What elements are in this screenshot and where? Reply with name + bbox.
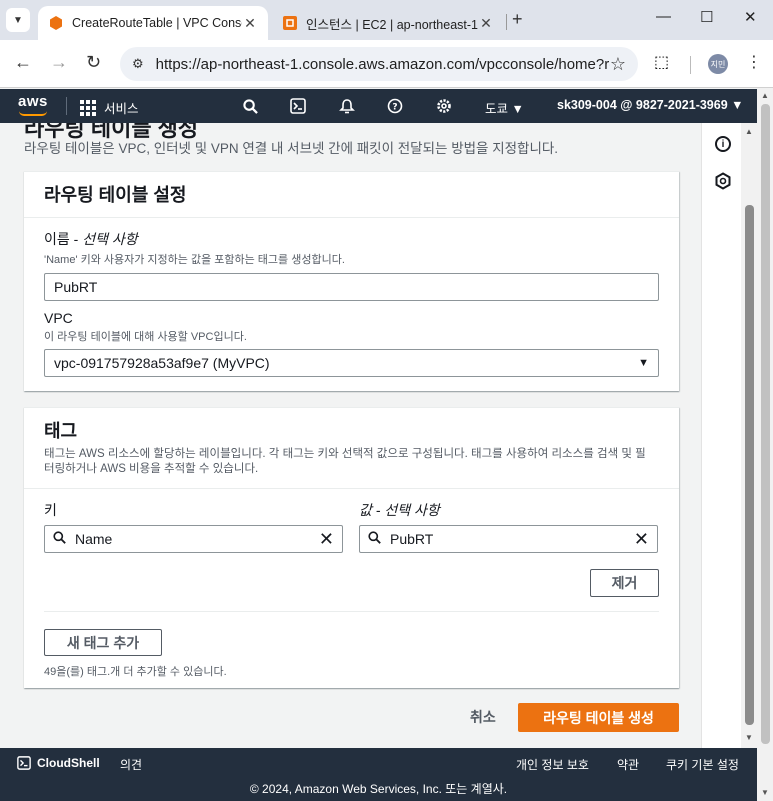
route-table-settings-card: 라우팅 테이블 설정 이름 - 선택 사항 'Name' 키와 사용자가 지정하… xyxy=(24,171,679,391)
content-scrollbar[interactable]: ▲ ▼ xyxy=(741,123,757,748)
feedback-hex-icon[interactable] xyxy=(714,172,732,195)
feedback-link[interactable]: 의견 xyxy=(120,756,142,773)
region-selector[interactable]: 도쿄 ▼ xyxy=(485,98,524,117)
tag-key-value: Name xyxy=(75,531,113,547)
tab-divider xyxy=(506,14,507,30)
search-icon xyxy=(368,531,381,547)
header-divider xyxy=(66,97,67,115)
services-menu-button[interactable]: 서비스 xyxy=(80,98,139,117)
card-header: 라우팅 테이블 설정 xyxy=(24,172,679,218)
page-description: 라우팅 테이블은 VPC, 인터넷 및 VPN 연결 내 서브넷 간에 패킷이 … xyxy=(24,141,559,156)
add-tag-button[interactable]: 새 태그 추가 xyxy=(44,629,162,656)
tag-value-input[interactable]: PubRT ✕ xyxy=(359,525,658,553)
browser-tab-bar: ▼ CreateRouteTable | VPC Console ✕ 인스턴스 … xyxy=(0,0,773,40)
card-title: 라우팅 테이블 설정 xyxy=(44,185,187,205)
card-header: 태그 태그는 AWS 리소스에 할당하는 레이블입니다. 각 태그는 키와 선택… xyxy=(24,408,679,489)
tab-title: CreateRouteTable | VPC Console xyxy=(72,16,242,30)
tab-ec2-instances[interactable]: 인스턴스 | EC2 | ap-northeast-1 ✕ xyxy=(272,6,504,40)
tab-title: 인스턴스 | EC2 | ap-northeast-1 xyxy=(306,17,478,32)
caret-down-icon: ▼ xyxy=(638,357,649,369)
cloudshell-icon xyxy=(17,756,31,770)
tag-key-label: 키 xyxy=(44,502,57,518)
cookie-preferences-link[interactable]: 쿠키 기본 설정 xyxy=(666,756,739,773)
bookmark-star-icon[interactable]: ☆ xyxy=(610,54,626,75)
browser-menu-icon[interactable]: ⋮ xyxy=(746,52,762,72)
close-icon[interactable]: ✕ xyxy=(478,15,494,32)
site-settings-icon[interactable]: ⚙ xyxy=(132,56,144,72)
aws-console-header: aws 서비스 ? 도쿄 ▼ sk309-004 @ 9827-2021-396… xyxy=(0,89,773,123)
aws-favicon-icon xyxy=(50,16,62,30)
maximize-icon[interactable]: ☐ xyxy=(700,8,713,26)
scrollbar-thumb[interactable] xyxy=(745,205,754,725)
tab-search-button[interactable]: ▼ xyxy=(6,8,30,32)
toolbar-divider xyxy=(690,56,691,74)
page-scrollbar[interactable]: ▲ ▼ xyxy=(757,88,773,801)
help-icon[interactable]: ? xyxy=(385,96,405,116)
grid-icon xyxy=(80,99,96,116)
new-tab-icon[interactable]: + xyxy=(512,9,523,30)
reload-icon[interactable]: ↻ xyxy=(86,52,101,73)
cloudshell-icon[interactable] xyxy=(288,96,308,116)
card-title: 태그 xyxy=(44,421,78,441)
url-text: https://ap-northeast-1.console.aws.amazo… xyxy=(155,55,610,73)
aws-logo[interactable]: aws xyxy=(18,93,48,110)
name-field-label: 이름 - 선택 사항 xyxy=(44,231,138,247)
scroll-down-icon[interactable]: ▼ xyxy=(745,733,753,742)
tag-divider xyxy=(44,611,659,612)
vpc-field-label: VPC xyxy=(44,310,73,326)
address-bar[interactable]: ⚙ https://ap-northeast-1.console.aws.ama… xyxy=(120,47,638,81)
scroll-up-icon[interactable]: ▲ xyxy=(745,127,753,136)
copyright-text: © 2024, Amazon Web Services, Inc. 또는 계열사… xyxy=(249,782,508,796)
name-field-description: 'Name' 키와 사용자가 지정하는 값을 포함하는 태그를 생성합니다. xyxy=(44,254,345,266)
remove-tag-button[interactable]: 제거 xyxy=(590,569,659,597)
aws-logo-smile xyxy=(19,111,47,116)
tag-value-label: 값 - 선택 사항 xyxy=(359,502,440,518)
tag-key-input[interactable]: Name ✕ xyxy=(44,525,343,553)
info-icon[interactable]: i xyxy=(715,136,731,152)
tags-card: 태그 태그는 AWS 리소스에 할당하는 레이블입니다. 각 태그는 키와 선택… xyxy=(24,407,679,688)
notifications-bell-icon[interactable] xyxy=(337,96,357,116)
scroll-down-icon[interactable]: ▼ xyxy=(761,788,769,797)
forward-arrow-icon[interactable]: → xyxy=(50,52,68,73)
name-input[interactable]: PubRT xyxy=(44,273,659,301)
vpc-select-value: vpc-091757928a53af9e7 (MyVPC) xyxy=(54,355,270,371)
clear-icon[interactable]: ✕ xyxy=(319,529,334,550)
services-label: 서비스 xyxy=(104,102,139,116)
privacy-link[interactable]: 개인 정보 보호 xyxy=(516,756,589,773)
tags-remaining-text: 49을(를) 태그.개 더 추가할 수 있습니다. xyxy=(44,666,227,678)
cancel-button[interactable]: 취소 xyxy=(470,707,496,727)
profile-avatar[interactable]: 지민 xyxy=(708,54,728,74)
cloudshell-footer-button[interactable]: CloudShell xyxy=(17,756,100,770)
clear-icon[interactable]: ✕ xyxy=(634,529,649,550)
create-route-table-button[interactable]: 라우팅 테이블 생성 xyxy=(518,703,679,732)
close-icon[interactable]: ✕ xyxy=(242,15,258,32)
vpc-select[interactable]: vpc-091757928a53af9e7 (MyVPC) ▼ xyxy=(44,349,659,377)
extensions-icon[interactable]: ⬚ xyxy=(654,52,669,72)
browser-toolbar: ← → ↻ ⚙ https://ap-northeast-1.console.a… xyxy=(0,40,773,88)
tag-value-value: PubRT xyxy=(390,531,434,547)
main-content: 라우팅 테이블 생성 라우팅 테이블은 VPC, 인터넷 및 VPN 연결 내 … xyxy=(0,123,701,748)
tab-create-route-table[interactable]: CreateRouteTable | VPC Console ✕ xyxy=(38,6,268,40)
terms-link[interactable]: 약관 xyxy=(617,756,639,773)
ec2-favicon-icon xyxy=(283,16,297,30)
cloudshell-label: CloudShell xyxy=(37,756,100,770)
minimize-icon[interactable]: — xyxy=(656,8,671,25)
tags-description: 태그는 AWS 리소스에 할당하는 레이블입니다. 각 태그는 키와 선택적 값… xyxy=(44,448,646,475)
vpc-field-description: 이 라우팅 테이블에 대해 사용할 VPC입니다. xyxy=(44,331,247,343)
account-menu[interactable]: sk309-004 @ 9827-2021-3969 ▼ xyxy=(557,98,744,112)
search-icon xyxy=(53,531,66,547)
help-panel-rail: i xyxy=(701,123,741,748)
console-footer: CloudShell 의견 개인 정보 보호 약관 쿠키 기본 설정 © 202… xyxy=(0,748,757,801)
search-icon[interactable] xyxy=(240,96,260,116)
window-close-icon[interactable]: ✕ xyxy=(744,8,757,26)
scrollbar-thumb[interactable] xyxy=(761,104,770,744)
settings-gear-icon[interactable] xyxy=(434,96,454,116)
back-arrow-icon[interactable]: ← xyxy=(14,52,32,73)
scroll-up-icon[interactable]: ▲ xyxy=(761,91,769,100)
svg-text:?: ? xyxy=(392,103,397,113)
